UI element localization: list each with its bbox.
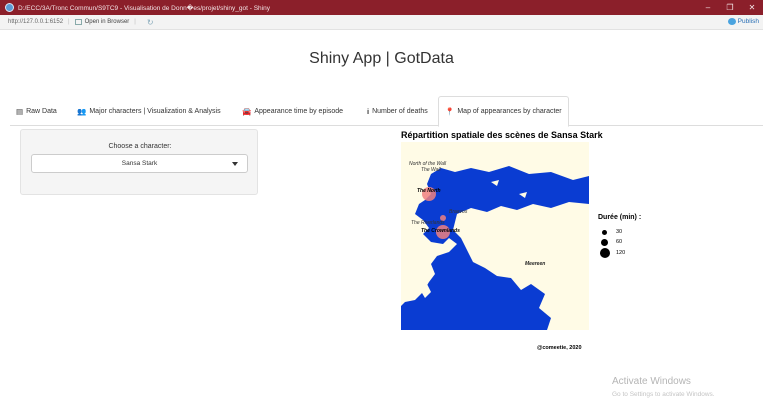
tab-label: Number of deaths [372,107,428,115]
separator: | [68,19,70,25]
maximize-button[interactable]: ❐ [719,0,741,15]
refresh-icon[interactable]: ↻ [147,18,154,27]
rstudio-icon [5,3,14,12]
open-in-browser-button[interactable]: Open in Browser [74,19,130,25]
activate-windows-title: Activate Windows [612,376,691,387]
region-label: The Crownlands [421,228,460,234]
tab-number-of-deaths[interactable]: i Number of deaths [361,96,434,126]
character-select-value: Sansa Stark [121,160,158,167]
legend-item: 60 [600,237,622,247]
tab-major-characters[interactable]: 👥 Major characters | Visualization & Ana… [71,96,227,126]
close-button[interactable]: ✕ [741,0,763,15]
users-icon: 👥 [77,106,87,116]
legend-value: 60 [616,239,623,245]
tab-label: Appearance time by episode [254,107,344,115]
map-marker-icon: 📍 [445,107,455,116]
region-label: Meereen [525,261,545,267]
legend-value: 120 [616,250,626,256]
tab-label: Major characters | Visualization & Analy… [89,107,221,115]
tab-appearance-time[interactable]: 🚘 Appearance time by episode [236,96,349,126]
window-title: D:/ECC/3A/Tronc Commun/S9TC9 - Visualisa… [18,4,270,12]
open-in-browser-label: Open in Browser [84,19,130,25]
publish-button[interactable]: Publish [727,18,759,25]
window-controls: – ❐ ✕ [697,0,763,15]
legend-value: 30 [616,229,623,235]
plot-title: Répartition spatiale des scènes de Sansa… [401,130,603,140]
region-label: The North [417,188,441,194]
app-title: Shiny App | GotData [309,50,454,67]
tab-bar: ▤ Raw Data 👥 Major characters | Visualiz… [10,95,763,127]
window-titlebar: D:/ECC/3A/Tronc Commun/S9TC9 - Visualisa… [0,0,763,15]
legend-dot-medium [601,238,608,246]
legend-title: Durée (min) : [598,214,642,221]
tab-map-of-appearances[interactable]: 📍 Map of appearances by character [438,96,569,127]
legend-dot-large [600,248,610,258]
publish-icon [727,18,736,25]
info-icon: i [367,106,370,116]
legend-dot-small [602,229,607,235]
character-select-label: Choose a character: [108,143,172,150]
separator: | [134,19,136,25]
url-text[interactable]: http://127.0.0.1:6152 [8,19,63,25]
open-window-icon [74,19,82,25]
address-bar: http://127.0.0.1:6152 | Open in Browser … [0,15,763,30]
region-label: The Riverlands [411,220,445,226]
region-label: Braavos [449,209,468,215]
tab-label: Map of appearances by character [457,108,562,115]
activate-windows-subtitle: Go to Settings to activate Windows. [612,391,715,398]
publish-label: Publish [737,18,759,25]
sidebar-panel: Choose a character: Sansa Stark [20,129,258,195]
car-icon: 🚘 [242,106,252,116]
tab-raw-data[interactable]: ▤ Raw Data [10,96,63,126]
chevron-down-icon [232,162,238,166]
legend-item: 30 [600,227,622,237]
table-icon: ▤ [16,106,24,116]
character-select[interactable]: Sansa Stark [31,154,248,173]
legend-item: 120 [600,248,625,258]
minimize-button[interactable]: – [697,0,719,15]
westeros-map: North of the Wall The Wall Braavos Meere… [401,142,589,330]
plot-caption: @comeetie, 2020 [537,345,582,351]
region-label: The Wall [421,167,442,173]
tab-label: Raw Data [26,107,57,115]
